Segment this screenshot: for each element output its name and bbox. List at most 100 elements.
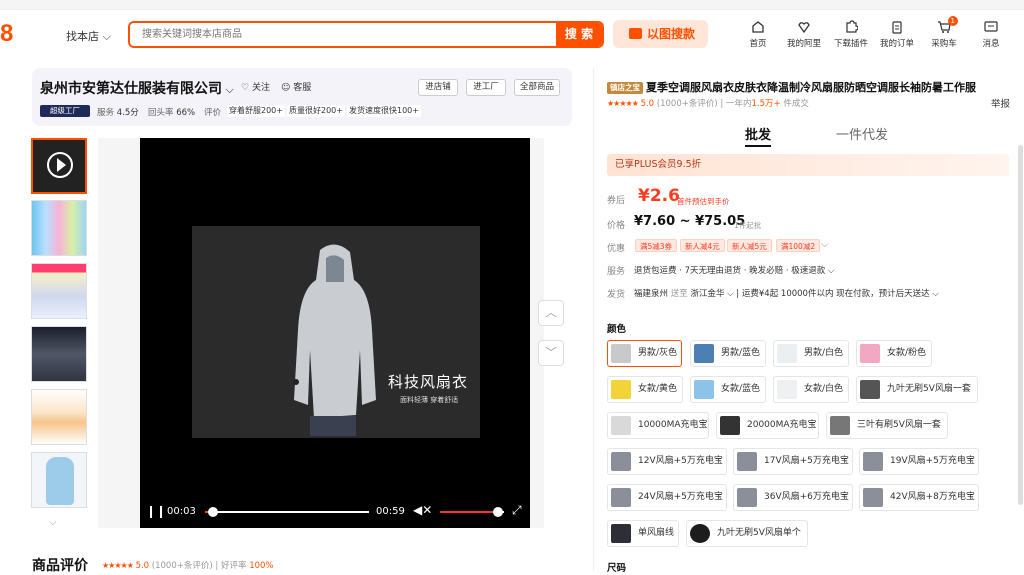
next-arrow-button[interactable]: ﹀: [538, 340, 564, 366]
color-option[interactable]: 36V风扇+6万充电宝: [733, 484, 853, 511]
color-option[interactable]: 19V风扇+5万充电宝: [859, 448, 979, 475]
user-heart-icon: [798, 22, 810, 34]
video-subtitle: 面料轻薄 穿着舒适: [400, 396, 459, 404]
nav-my-orders[interactable]: 我的订单: [878, 20, 916, 52]
coupon-price: ¥2.6: [638, 186, 680, 206]
nav-cart[interactable]: 1 采购车: [928, 16, 960, 52]
color-option[interactable]: 20000MA充电宝: [716, 412, 819, 439]
swatch-image: [694, 344, 714, 363]
prev-arrow-button[interactable]: ︿: [538, 300, 564, 326]
color-option[interactable]: 24V风扇+5万充电宝: [607, 484, 727, 511]
color-option[interactable]: 九叶无刷5V风扇单个: [686, 520, 808, 547]
chevron-down-icon: ⌵: [222, 83, 234, 96]
follow-button[interactable]: ♡ 关注: [241, 80, 270, 93]
search-input[interactable]: [130, 23, 556, 46]
home-icon: [752, 21, 764, 33]
thumbnail-image[interactable]: [31, 326, 87, 382]
reviews-summary[interactable]: ★★★★★ 5.0 (1000+条评价) | 好评率 100%: [102, 559, 274, 571]
nav-messages[interactable]: 消息: [978, 20, 1004, 52]
swatch-image: [611, 524, 631, 543]
video-progress-track[interactable]: [205, 511, 369, 513]
product-rating[interactable]: ★★★★★ 5.0 (1000+条评价) | 一年内1.5万+ 件成交: [607, 97, 809, 109]
swatch-image: [863, 452, 883, 471]
swatch-image: [611, 344, 631, 363]
camera-icon: [629, 28, 642, 39]
color-option[interactable]: 男款/灰色: [607, 340, 682, 367]
play-icon: [57, 158, 66, 172]
service-list[interactable]: 退货包运费 · 7天无理由退货 · 晚发必赔 · 极速退款 ⌵: [634, 264, 834, 276]
all-products-button[interactable]: 全部商品: [514, 79, 560, 96]
thumbnail-image[interactable]: [31, 452, 87, 508]
color-option[interactable]: 女款/粉色: [856, 340, 932, 367]
color-option[interactable]: 单风扇线: [607, 520, 679, 547]
color-option[interactable]: 男款/白色: [773, 340, 849, 367]
search-button[interactable]: 搜 索: [556, 23, 602, 46]
color-option[interactable]: 三叶有刷5V风扇一套: [826, 412, 948, 439]
top-strip: [0, 0, 1024, 10]
fullscreen-icon[interactable]: ⤢: [512, 503, 522, 518]
service-label: 客服: [293, 83, 312, 93]
nav-download-plugin[interactable]: 下载插件: [832, 20, 870, 52]
chevron-down-icon[interactable]: ⌵: [821, 239, 829, 250]
promo-tag[interactable]: 满5减3券: [635, 239, 678, 252]
service-label: 服务: [607, 267, 626, 277]
review-label: 评价: [204, 108, 222, 118]
promo-tag[interactable]: 新人减4元: [680, 239, 725, 252]
swatch-image: [611, 416, 631, 435]
message-icon: [984, 21, 998, 32]
shop-name[interactable]: 泉州市安第达仕服装有限公司 ⌵: [40, 78, 234, 98]
current-time: 00:03: [167, 506, 196, 517]
find-shop-dropdown[interactable]: 找本店 ⌵: [66, 28, 111, 44]
color-option[interactable]: 女款/白色: [773, 376, 849, 403]
super-factory-badge: 超级工厂: [40, 105, 90, 117]
report-link[interactable]: 举报: [991, 96, 1010, 110]
nav-label: 采购车: [931, 39, 957, 49]
product-tag: 镇店之宝: [607, 82, 643, 94]
color-option[interactable]: 九叶无刷5V风扇一套: [856, 376, 978, 403]
tab-wholesale[interactable]: 批发: [745, 124, 771, 143]
color-option[interactable]: 男款/蓝色: [690, 340, 766, 367]
thumbnail-image[interactable]: [31, 263, 87, 319]
color-option[interactable]: 17V风扇+5万充电宝: [733, 448, 853, 475]
pause-icon[interactable]: ❙❙: [146, 504, 166, 518]
color-option[interactable]: 12V风扇+5万充电宝: [607, 448, 727, 475]
swatch-image: [690, 524, 710, 543]
coupon-note: 首件预估到手价: [677, 197, 730, 206]
color-option[interactable]: 42V风扇+8万充电宝: [859, 484, 979, 511]
swatch-image: [611, 488, 631, 507]
heart-plus-icon: ♡: [241, 83, 250, 93]
volume-knob[interactable]: [492, 507, 503, 517]
scrollbar[interactable]: [1018, 145, 1023, 505]
nav-label: 我的订单: [879, 39, 914, 49]
color-option[interactable]: 女款/黄色: [607, 376, 683, 403]
swatch-image: [737, 452, 757, 471]
tab-indicator: [745, 145, 771, 147]
thumbnail-video[interactable]: [31, 138, 87, 194]
image-search-button[interactable]: 以图搜款: [613, 20, 708, 48]
swatch-image: [830, 416, 850, 435]
promo-tag[interactable]: 新人减5元: [727, 239, 772, 252]
nav-my-ali[interactable]: 我的阿里: [785, 20, 823, 52]
color-option[interactable]: 10000MA充电宝: [607, 412, 709, 439]
ship-label: 发货: [607, 290, 626, 300]
jacket-image: [293, 244, 376, 436]
tab-dropship[interactable]: 一件代发: [836, 124, 888, 143]
logo[interactable]: 8: [0, 20, 14, 48]
product-title: 镇店之宝 夏季空调服风扇衣皮肤衣降温制冷风扇服防晒空调服长袖防暑工作服: [607, 79, 987, 95]
customer-service-button[interactable]: ☺ 客服: [281, 80, 311, 93]
mute-icon[interactable]: ◀✕: [413, 503, 432, 517]
nav-home[interactable]: 首页: [744, 20, 772, 52]
follow-label: 关注: [251, 83, 270, 93]
promo-tag[interactable]: 满100减2: [776, 239, 821, 252]
color-option[interactable]: 女款/蓝色: [690, 376, 766, 403]
smile-icon: ☺: [281, 83, 291, 93]
shipping-info[interactable]: 福建泉州 送至 浙江金华 ⌵ | 运费¥4起 10000件以内 现在付款，预计后…: [634, 287, 939, 299]
chevron-down-icon[interactable]: ⌵: [49, 517, 57, 528]
enter-shop-button[interactable]: 进店铺: [418, 79, 458, 96]
rating-stars: ★★★★★: [607, 99, 639, 108]
thumbnail-image[interactable]: [31, 389, 87, 445]
enter-factory-button[interactable]: 进工厂: [466, 79, 506, 96]
clipboard-icon: [892, 21, 902, 34]
thumbnail-image[interactable]: [31, 200, 87, 256]
duration: 00:59: [376, 506, 405, 517]
